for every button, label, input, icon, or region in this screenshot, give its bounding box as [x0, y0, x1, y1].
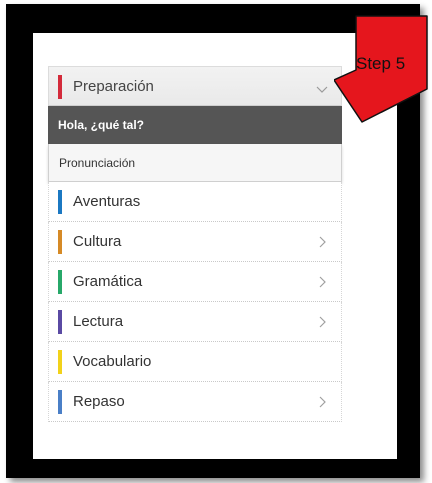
submenu-item-pronunciacion[interactable]: Pronunciación	[48, 144, 342, 182]
submenu-item-label: Pronunciación	[59, 156, 136, 170]
color-bar	[58, 390, 62, 414]
color-bar	[58, 310, 62, 334]
chevron-right-icon	[319, 276, 326, 288]
chapter-menu: Preparación Hola, ¿qué tal? Pronunciació…	[48, 66, 342, 422]
menu-item-gramatica[interactable]: Gramática	[48, 262, 342, 302]
color-bar	[58, 270, 62, 294]
chevron-right-icon	[319, 316, 326, 328]
menu-item-repaso[interactable]: Repaso	[48, 382, 342, 422]
menu-item-cultura[interactable]: Cultura	[48, 222, 342, 262]
color-bar	[58, 190, 62, 214]
submenu-item-label: Hola, ¿qué tal?	[58, 118, 145, 132]
step-label: Step 5	[356, 54, 406, 73]
menu-item-label: Aventuras	[73, 193, 141, 210]
menu-item-label: Lectura	[73, 313, 124, 330]
color-bar	[58, 75, 62, 99]
menu-item-aventuras[interactable]: Aventuras	[48, 182, 342, 222]
color-bar	[58, 230, 62, 254]
menu-item-label: Cultura	[73, 233, 122, 250]
menu-item-label: Repaso	[73, 393, 125, 410]
menu-item-label: Gramática	[73, 273, 143, 290]
submenu-item-hola-que-tal[interactable]: Hola, ¿qué tal?	[48, 106, 342, 144]
chevron-down-icon	[316, 86, 328, 93]
chevron-right-icon	[319, 236, 326, 248]
menu-item-vocabulario[interactable]: Vocabulario	[48, 342, 342, 382]
menu-item-lectura[interactable]: Lectura	[48, 302, 342, 342]
menu-item-label: Vocabulario	[73, 353, 152, 370]
chevron-right-icon	[319, 396, 326, 408]
menu-item-preparacion[interactable]: Preparación	[48, 66, 342, 106]
color-bar	[58, 350, 62, 374]
menu-item-label: Preparación	[73, 78, 154, 95]
